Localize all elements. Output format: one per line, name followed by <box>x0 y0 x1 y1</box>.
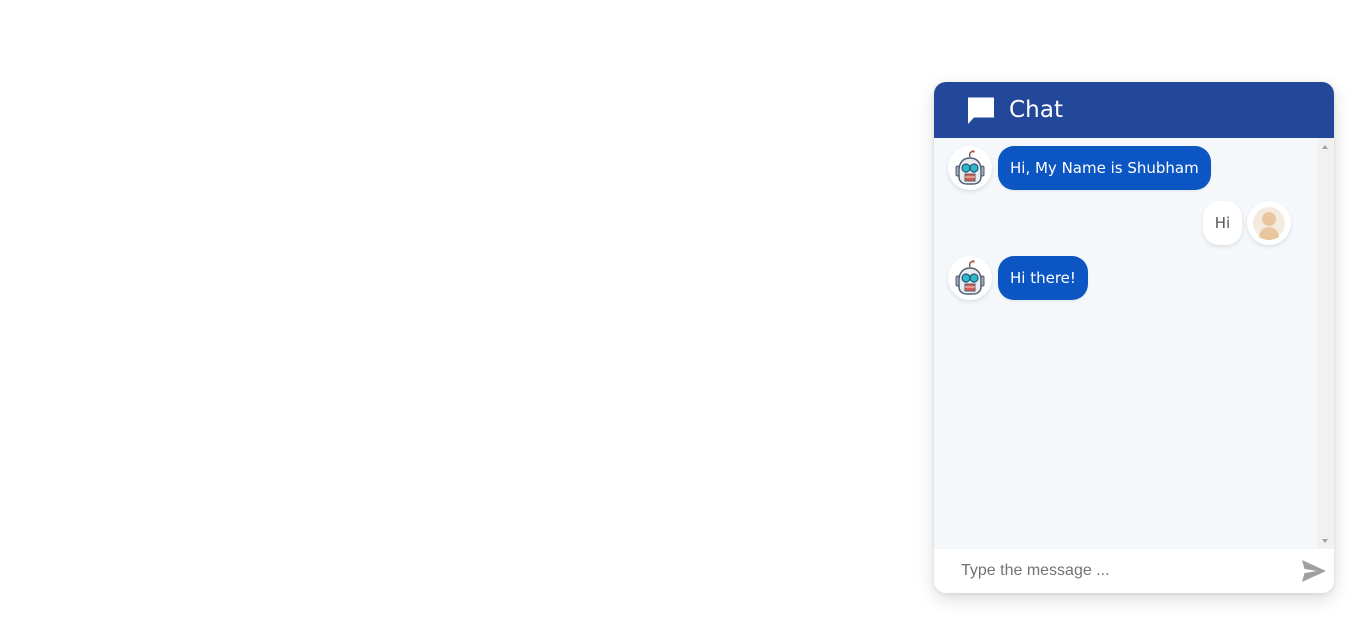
send-icon <box>1302 560 1326 582</box>
message-composer <box>934 549 1334 593</box>
bot-message-row: Hi, My Name is Shubham <box>948 146 1211 190</box>
robot-icon <box>955 150 985 185</box>
user-icon <box>1253 207 1285 240</box>
user-avatar <box>1247 201 1291 245</box>
bot-message-bubble: Hi, My Name is Shubham <box>998 146 1211 190</box>
robot-avatar <box>948 256 992 300</box>
robot-icon <box>955 260 985 295</box>
user-message-row: Hi <box>1203 201 1291 245</box>
robot-avatar <box>948 146 992 190</box>
scroll-up-icon[interactable] <box>1322 145 1328 149</box>
message-input[interactable] <box>959 555 1283 587</box>
user-message-bubble: Hi <box>1203 201 1242 245</box>
message-list: Hi, My Name is Shubham Hi Hi there! <box>934 138 1318 549</box>
chat-widget: Chat Hi, My Name is Shubham Hi Hi there!… <box>934 82 1334 593</box>
send-button[interactable] <box>1300 557 1328 585</box>
message-scrollbar[interactable] <box>1318 138 1334 549</box>
bot-message-bubble: Hi there! <box>998 256 1088 300</box>
chat-icon <box>965 94 997 126</box>
scroll-down-icon[interactable] <box>1322 539 1328 543</box>
chat-title: Chat <box>1009 96 1064 123</box>
chat-header: Chat <box>934 82 1334 138</box>
bot-message-row: Hi there! <box>948 256 1088 300</box>
